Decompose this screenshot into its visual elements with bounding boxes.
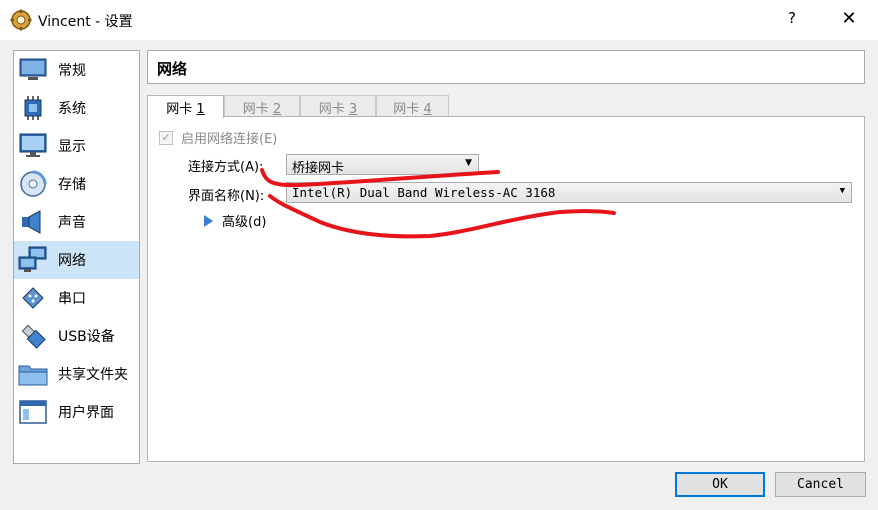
interface-name-value: Intel(R) Dual Band Wireless-AC 3168	[292, 185, 556, 200]
chip-icon	[17, 92, 49, 124]
sidebar-item-general[interactable]: 常规	[14, 51, 139, 89]
expand-arrow-icon	[204, 214, 213, 227]
attached-to-select[interactable]: 桥接网卡 ▼	[286, 154, 479, 176]
tab-label: 网卡	[242, 102, 273, 117]
help-button[interactable]: ?	[782, 9, 802, 29]
chevron-down-icon: ▼	[465, 158, 472, 168]
sidebar-item-serial-ports[interactable]: 串口	[14, 279, 139, 317]
tab-adapter-3[interactable]: 网卡 3	[300, 95, 376, 117]
sidebar-item-label: 用户界面	[58, 405, 114, 421]
attached-to-value: 桥接网卡	[292, 161, 345, 176]
sidebar-item-label: 串口	[58, 291, 86, 307]
chevron-down-icon: ▼	[839, 186, 845, 196]
close-button[interactable]: ✕	[838, 8, 860, 30]
sidebar-item-storage[interactable]: 存储	[14, 165, 139, 203]
tab-label: 网卡	[318, 102, 349, 117]
sidebar-item-user-interface[interactable]: 用户界面	[14, 393, 139, 431]
attached-to-label: 连接方式(A):	[188, 160, 264, 175]
ok-button[interactable]: OK	[675, 472, 765, 497]
page-title: 网络	[157, 60, 188, 78]
tab-adapter-4[interactable]: 网卡 4	[376, 95, 449, 117]
disk-icon	[17, 168, 49, 200]
sidebar-item-shared-folders[interactable]: 共享文件夹	[14, 355, 139, 393]
tab-number: 3	[348, 102, 358, 117]
network-icon	[17, 244, 49, 276]
usb-icon	[17, 320, 49, 352]
tab-label: 网卡	[166, 102, 197, 117]
sidebar-item-label: 常规	[58, 63, 86, 79]
tab-number: 4	[423, 102, 432, 117]
sidebar-item-display[interactable]: 显示	[14, 127, 139, 165]
sidebar-item-label: 共享文件夹	[58, 367, 128, 383]
sidebar-item-label: 存储	[58, 177, 86, 193]
virtualbox-gear-icon	[10, 9, 32, 31]
window-title: Vincent - 设置	[38, 14, 133, 30]
serial-port-icon	[17, 282, 49, 314]
sidebar-item-label: USB设备	[58, 329, 115, 345]
sidebar-item-audio[interactable]: 声音	[14, 203, 139, 241]
sidebar-item-label: 显示	[58, 139, 86, 155]
enable-adapter-checkbox[interactable]: ✓	[159, 130, 173, 145]
title-bar: Vincent - 设置 ? ✕	[0, 0, 878, 40]
sidebar-item-network[interactable]: 网络	[14, 241, 139, 279]
page-header: 网络	[147, 50, 865, 84]
sidebar-item-label: 网络	[58, 253, 86, 269]
enable-adapter-label: 启用网络连接(E)	[181, 132, 278, 147]
tab-number: 2	[272, 102, 282, 117]
speaker-icon	[17, 206, 49, 238]
tab-label: 网卡	[393, 102, 424, 117]
tab-number: 1	[196, 102, 205, 117]
display-icon	[17, 130, 49, 162]
window-icon	[17, 396, 49, 428]
sidebar-item-usb[interactable]: USB设备	[14, 317, 139, 355]
sidebar-item-label: 系统	[58, 101, 86, 117]
cancel-button[interactable]: Cancel	[775, 472, 866, 497]
sidebar-item-system[interactable]: 系统	[14, 89, 139, 127]
interface-name-label: 界面名称(N):	[188, 189, 265, 204]
folder-icon	[17, 358, 49, 390]
tab-adapter-1[interactable]: 网卡 1	[147, 95, 224, 118]
tab-adapter-2[interactable]: 网卡 2	[224, 95, 300, 117]
settings-sidebar: 常规 系统 显示 存储 声音 网络 串口 USB设备 共享文件夹 用户界面	[13, 50, 140, 464]
monitor-icon	[17, 54, 49, 86]
sidebar-item-label: 声音	[58, 215, 86, 231]
enable-adapter-row[interactable]: ✓ 启用网络连接(E)	[159, 128, 277, 147]
interface-name-select[interactable]: Intel(R) Dual Band Wireless-AC 3168 ▼	[286, 182, 852, 203]
advanced-toggle[interactable]: 高级(d)	[204, 211, 266, 230]
advanced-label: 高级(d)	[222, 215, 267, 230]
